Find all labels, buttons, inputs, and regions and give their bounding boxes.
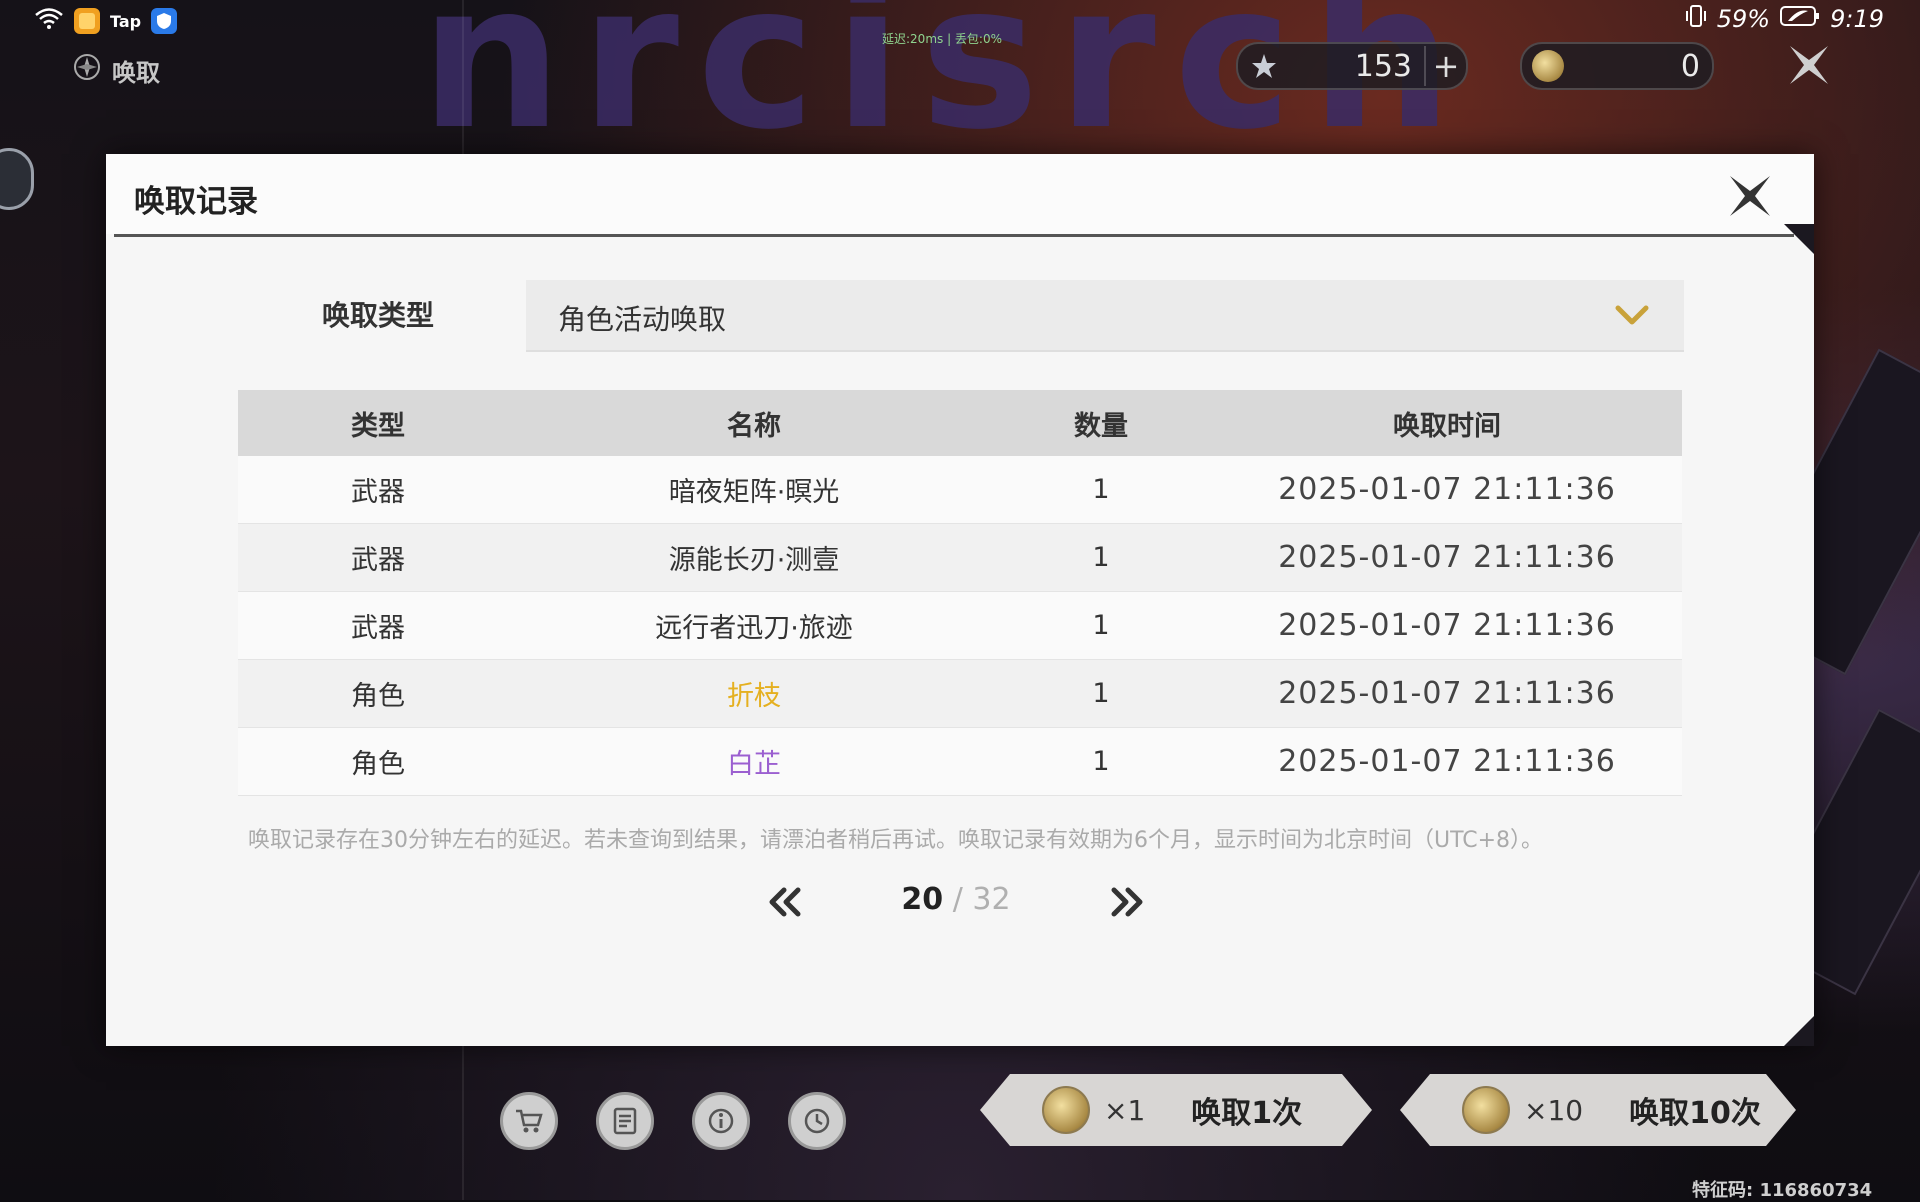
exit-icon[interactable] — [1784, 40, 1834, 90]
filter-label: 唤取类型 — [322, 299, 435, 332]
previous-page-icon[interactable] — [766, 884, 806, 920]
tide-amount: 0 — [1680, 48, 1700, 84]
chevron-down-icon — [1614, 300, 1650, 330]
cell-type: 角色 — [351, 749, 405, 780]
table-row: 角色 折枝 1 2025-01-07 21:11:36 — [238, 660, 1682, 728]
pagination: 20 / 32 — [106, 872, 1814, 932]
cell-type: 角色 — [351, 681, 405, 712]
convene-once-label: 唤取1次 — [1191, 1096, 1303, 1131]
cost-multiplier: ×1 — [1104, 1093, 1146, 1127]
close-icon[interactable] — [1724, 170, 1776, 222]
cell-qty: 1 — [1092, 610, 1110, 641]
battery-percent: 59% — [1716, 5, 1771, 33]
corner-notch — [1784, 224, 1814, 254]
convene-history-modal: 唤取记录 唤取类型 角色活动唤取 类型 名称 数量 唤取时间 武器 暗夜矩阵·暝光… — [106, 154, 1814, 1046]
page-indicator: 20 / 32 — [886, 882, 1026, 917]
battery-icon — [1780, 4, 1820, 34]
column-header-name: 名称 — [727, 410, 781, 442]
cell-name: 暗夜矩阵·暝光 — [668, 477, 840, 508]
add-currency-button[interactable]: + — [1424, 46, 1466, 86]
cell-time: 2025-01-07 21:11:36 — [1278, 676, 1616, 711]
convene-ten-button[interactable]: ×10 唤取10次 — [1400, 1074, 1796, 1146]
tap-app-label: Tap — [110, 11, 142, 31]
cell-type: 武器 — [351, 613, 405, 644]
astrite-currency: 153 + — [1236, 42, 1468, 90]
cell-time: 2025-01-07 21:11:36 — [1278, 472, 1616, 507]
dropdown-value: 角色活动唤取 — [558, 303, 727, 336]
vibrate-icon — [1685, 4, 1707, 34]
next-page-icon[interactable] — [1106, 884, 1146, 920]
screen-header: 唤取 — [72, 52, 160, 88]
tide-currency: 0 — [1520, 42, 1714, 90]
network-latency: 延迟:20ms | 丢包:0% — [882, 32, 1003, 46]
convene-icon — [72, 52, 102, 88]
app-notification-icon — [74, 8, 100, 34]
modal-header: 唤取记录 — [106, 154, 1814, 234]
shield-icon — [151, 8, 178, 34]
cell-type: 武器 — [351, 477, 405, 508]
astrite-amount: 153 — [1354, 48, 1412, 84]
history-table: 类型 名称 数量 唤取时间 武器 暗夜矩阵·暝光 1 2025-01-07 21:11… — [238, 390, 1682, 796]
wifi-icon — [34, 6, 64, 36]
table-row: 武器 暗夜矩阵·暝光 1 2025-01-07 21:11:36 — [238, 456, 1682, 524]
cell-time: 2025-01-07 21:11:36 — [1278, 540, 1616, 575]
convene-once-button[interactable]: ×1 唤取1次 — [980, 1074, 1372, 1146]
clock: 9:19 — [1830, 5, 1884, 33]
cell-qty: 1 — [1092, 746, 1110, 777]
tide-coin-icon — [1532, 50, 1564, 82]
status-bar: Tap 延迟:20ms | 丢包:0% 59% 9:19 — [0, 0, 1920, 46]
table-row: 角色 白芷 1 2025-01-07 21:11:36 — [238, 728, 1682, 796]
tide-coin-icon — [1462, 1086, 1510, 1134]
cell-name: 折枝 — [727, 681, 781, 712]
player-uid: 特征码: 116860734 — [1692, 1180, 1873, 1201]
astrite-icon — [1248, 50, 1280, 82]
column-header-qty: 数量 — [1074, 410, 1128, 442]
current-page: 20 — [901, 882, 944, 917]
table-header: 类型 名称 数量 唤取时间 — [238, 390, 1682, 456]
convene-ten-label: 唤取10次 — [1629, 1096, 1761, 1131]
total-pages: 32 — [972, 882, 1011, 917]
cell-qty: 1 — [1092, 678, 1110, 709]
convene-type-dropdown[interactable]: 角色活动唤取 — [526, 280, 1684, 352]
header-divider — [114, 234, 1794, 237]
modal-title: 唤取记录 — [134, 184, 258, 220]
history-icon[interactable] — [788, 1092, 846, 1150]
cell-name: 源能长刃·测壹 — [668, 545, 840, 576]
column-header-time: 唤取时间 — [1393, 410, 1501, 442]
table-row: 武器 远行者迅刀·旅迹 1 2025-01-07 21:11:36 — [238, 592, 1682, 660]
cell-name: 远行者迅刀·旅迹 — [655, 613, 853, 644]
cell-qty: 1 — [1092, 542, 1110, 573]
cell-name: 白芷 — [727, 749, 781, 780]
cell-time: 2025-01-07 21:11:36 — [1278, 744, 1616, 779]
info-icon[interactable] — [692, 1092, 750, 1150]
column-header-type: 类型 — [351, 410, 405, 442]
delay-notice: 唤取记录存在30分钟左右的延迟。若未查询到结果，请漂泊者稍后再试。唤取记录有效期… — [248, 828, 1544, 853]
cell-type: 武器 — [351, 545, 405, 576]
list-icon[interactable] — [596, 1092, 654, 1150]
table-row: 武器 源能长刃·测壹 1 2025-01-07 21:11:36 — [238, 524, 1682, 592]
page-separator: / — [952, 882, 963, 917]
shop-icon[interactable] — [500, 1092, 558, 1150]
cell-qty: 1 — [1092, 474, 1110, 505]
cell-time: 2025-01-07 21:11:36 — [1278, 608, 1616, 643]
corner-notch — [1784, 1016, 1814, 1046]
screen-title: 唤取 — [112, 58, 160, 87]
tide-coin-icon — [1042, 1086, 1090, 1134]
cost-multiplier: ×10 — [1524, 1093, 1584, 1127]
